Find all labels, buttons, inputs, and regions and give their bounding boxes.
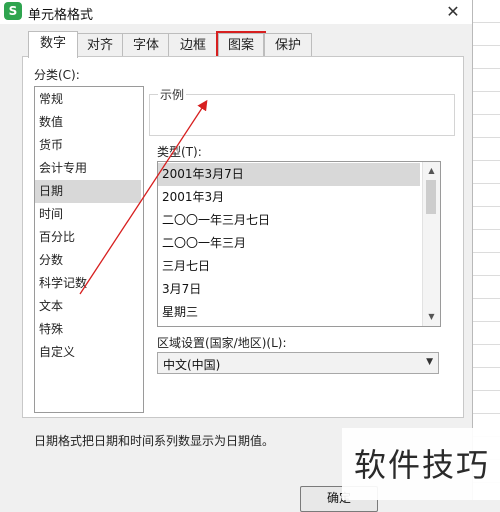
category-item[interactable]: 常规 bbox=[35, 88, 141, 111]
type-item[interactable]: 二〇〇一年三月七日 bbox=[158, 209, 420, 232]
region-select[interactable]: 中文(中国) ▼ bbox=[157, 352, 439, 374]
tab-pattern[interactable]: 图案 bbox=[216, 31, 266, 59]
category-item[interactable]: 货币 bbox=[35, 134, 141, 157]
type-item[interactable]: 星期三 bbox=[158, 301, 420, 324]
scroll-thumb[interactable] bbox=[426, 180, 436, 214]
category-item[interactable]: 自定义 bbox=[35, 341, 141, 364]
watermark-text: 软件技巧 bbox=[354, 446, 491, 484]
category-item-selected[interactable]: 日期 bbox=[35, 180, 141, 203]
tab-number[interactable]: 数字 bbox=[28, 31, 78, 58]
type-item[interactable]: 2001年3月 bbox=[158, 186, 420, 209]
region-label: 区域设置(国家/地区)(L): bbox=[157, 336, 287, 350]
category-item[interactable]: 文本 bbox=[35, 295, 141, 318]
title-bar: S 单元格格式 ✕ bbox=[0, 0, 472, 24]
type-label: 类型(T): bbox=[157, 145, 202, 159]
category-item[interactable]: 会计专用 bbox=[35, 157, 141, 180]
type-list[interactable]: 2001年3月7日 2001年3月 二〇〇一年三月七日 二〇〇一年三月 三月七日… bbox=[157, 161, 441, 327]
type-list-scrollbar[interactable]: ▲ ▼ bbox=[422, 162, 440, 326]
type-item[interactable]: 三月七日 bbox=[158, 255, 420, 278]
region-select-value: 中文(中国) bbox=[163, 358, 221, 372]
close-button[interactable]: ✕ bbox=[440, 0, 466, 24]
tab-font[interactable]: 字体 bbox=[122, 33, 170, 57]
scroll-down-arrow-icon[interactable]: ▼ bbox=[423, 309, 440, 325]
category-item[interactable]: 数值 bbox=[35, 111, 141, 134]
category-label: 分类(C): bbox=[34, 68, 80, 82]
scroll-up-arrow-icon[interactable]: ▲ bbox=[423, 163, 440, 179]
format-description: 日期格式把日期和时间系列数显示为日期值。 bbox=[34, 434, 275, 448]
dialog-title: 单元格格式 bbox=[28, 8, 94, 23]
type-item[interactable]: 3月7日 bbox=[158, 278, 420, 301]
tab-protection[interactable]: 保护 bbox=[264, 33, 312, 57]
tab-alignment[interactable]: 对齐 bbox=[76, 33, 124, 57]
category-item[interactable]: 科学记数 bbox=[35, 272, 141, 295]
sample-box bbox=[149, 94, 455, 136]
category-item[interactable]: 分数 bbox=[35, 249, 141, 272]
chevron-down-icon[interactable]: ▼ bbox=[426, 357, 433, 367]
type-item[interactable]: 二〇〇一年三月 bbox=[158, 232, 420, 255]
app-logo-icon: S bbox=[4, 2, 22, 20]
sample-label: 示例 bbox=[158, 86, 187, 103]
category-item[interactable]: 时间 bbox=[35, 203, 141, 226]
category-item[interactable]: 百分比 bbox=[35, 226, 141, 249]
type-item-selected[interactable]: 2001年3月7日 bbox=[158, 163, 420, 186]
format-cells-dialog: S 单元格格式 ✕ 数字 对齐 字体 边框 图案 保护 分类(C): 常规 数值… bbox=[0, 0, 473, 512]
category-list[interactable]: 常规 数值 货币 会计专用 日期 时间 百分比 分数 科学记数 文本 特殊 自定… bbox=[34, 86, 144, 413]
category-item[interactable]: 特殊 bbox=[35, 318, 141, 341]
spreadsheet-background bbox=[472, 0, 500, 500]
tab-border[interactable]: 边框 bbox=[168, 33, 218, 57]
